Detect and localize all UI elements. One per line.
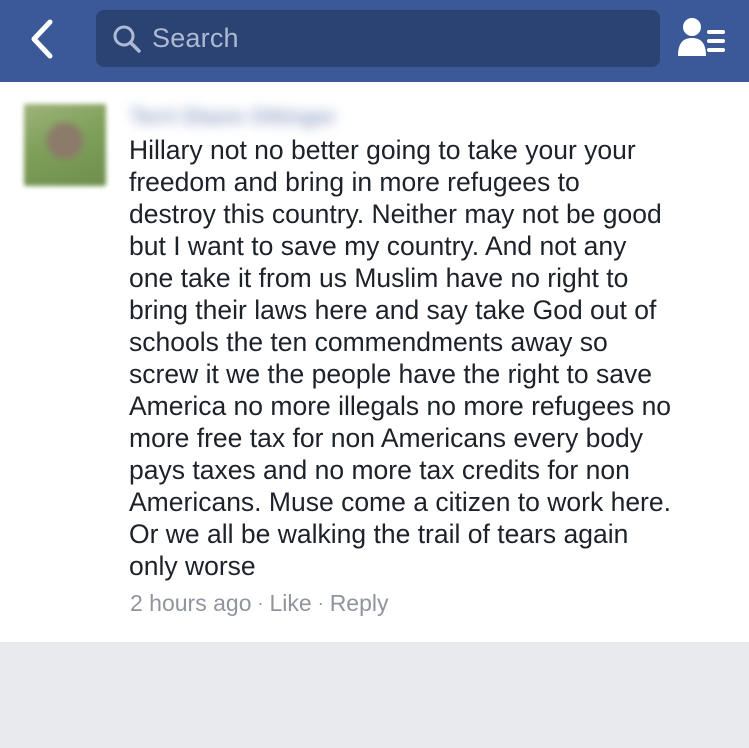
comment-author-name[interactable]: Terri Diann Ottinger <box>130 104 400 130</box>
top-navigation-bar: Search <box>0 0 749 82</box>
back-button[interactable] <box>22 16 66 62</box>
comment-body: Hillary not no better going to take your… <box>129 135 672 581</box>
friend-requests-icon <box>678 18 725 56</box>
chevron-left-icon <box>31 19 53 59</box>
separator-dot: · <box>317 593 324 613</box>
search-input[interactable]: Search <box>96 10 660 67</box>
comment-actions: 2 hours ago · Like · Reply <box>130 590 389 617</box>
avatar[interactable] <box>24 104 106 186</box>
friend-requests-button[interactable] <box>676 16 728 60</box>
comment-panel: Terri Diann Ottinger Hillary not no bett… <box>0 82 749 642</box>
search-icon <box>112 24 142 54</box>
empty-background-area <box>0 642 749 748</box>
comment-timestamp[interactable]: 2 hours ago <box>130 590 251 616</box>
like-button[interactable]: Like <box>269 590 311 616</box>
search-placeholder: Search <box>152 23 239 53</box>
separator-dot: · <box>257 593 264 613</box>
reply-button[interactable]: Reply <box>330 590 389 616</box>
